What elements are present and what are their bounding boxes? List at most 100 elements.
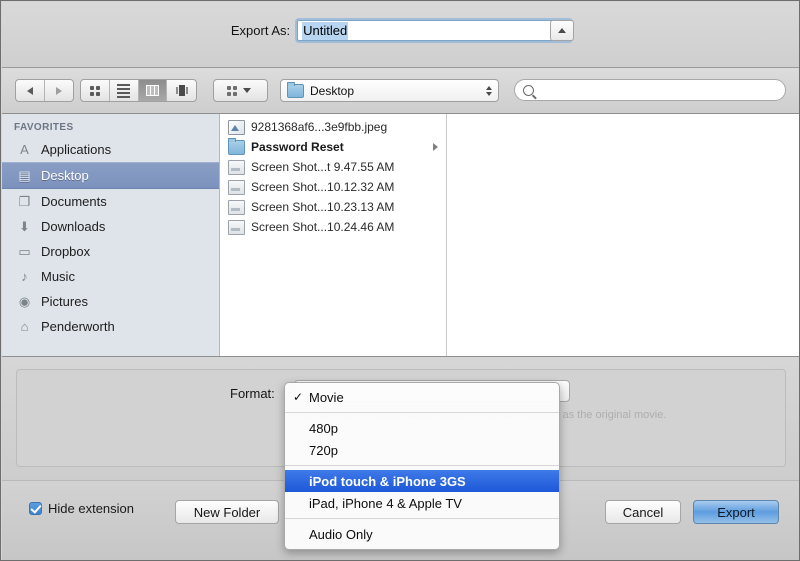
coverflow-view-icon [174, 85, 189, 96]
menu-item-label: iPad, iPhone 4 & Apple TV [307, 496, 462, 511]
file-name: Screen Shot...10.24.46 AM [251, 220, 394, 234]
menu-item-720p[interactable]: 720p [285, 439, 559, 461]
image-file-icon [228, 120, 245, 135]
menu-separator [285, 465, 559, 466]
sidebar-item-label: Pictures [41, 294, 88, 309]
screenshot-file-icon [228, 200, 245, 215]
screenshot-file-icon [228, 160, 245, 175]
menu-separator [285, 412, 559, 413]
cancel-button[interactable]: Cancel [605, 500, 681, 524]
sidebar-item-dropbox[interactable]: ▭ Dropbox [2, 239, 219, 264]
forward-arrow-icon [56, 87, 62, 95]
desktop-icon: ▤ [16, 168, 33, 183]
checkmark-icon [29, 502, 42, 515]
disclosure-triangle-icon [558, 28, 566, 33]
export-button[interactable]: Export [693, 500, 779, 524]
sidebar-item-label: Downloads [41, 219, 105, 234]
screenshot-root: Export As: Untitled [0, 0, 800, 561]
view-mode-list-button[interactable] [110, 80, 139, 101]
back-arrow-icon [27, 87, 33, 95]
list-view-icon [117, 84, 130, 98]
format-label: Format: [230, 386, 275, 401]
file-row[interactable]: Password Reset [220, 137, 446, 157]
folder-icon [287, 84, 304, 98]
export-as-value: Untitled [302, 22, 348, 40]
sidebar-item-label: Applications [41, 142, 111, 157]
action-menu-button[interactable] [213, 79, 268, 102]
applications-icon: A [16, 142, 33, 157]
preview-column [447, 114, 800, 356]
export-as-bar: Export As: Untitled [2, 2, 800, 68]
screenshot-file-icon [228, 180, 245, 195]
check-icon: ✓ [293, 390, 307, 404]
sidebar-item-label: Desktop [41, 168, 89, 183]
file-list-column[interactable]: 9281368af6...3e9fbb.jpeg Password Reset … [220, 114, 447, 356]
screenshot-file-icon [228, 220, 245, 235]
back-button[interactable] [16, 80, 45, 101]
export-as-label: Export As: [231, 23, 290, 38]
hide-extension-label: Hide extension [48, 501, 134, 516]
view-mode-column-button[interactable] [139, 80, 168, 101]
menu-item-label: 720p [307, 443, 338, 458]
camera-icon: ◉ [16, 294, 33, 309]
downloads-icon: ⬇ [16, 219, 33, 234]
sidebar-item-applications[interactable]: A Applications [2, 137, 219, 162]
search-input[interactable] [514, 79, 786, 101]
menu-item-label: iPod touch & iPhone 3GS [307, 474, 466, 489]
sidebar-item-label: Penderworth [41, 319, 115, 334]
location-label: Desktop [310, 84, 482, 98]
sidebar-item-downloads[interactable]: ⬇ Downloads [2, 214, 219, 239]
sidebar-item-desktop[interactable]: ▤ Desktop [2, 162, 219, 189]
file-name: Password Reset [251, 140, 344, 154]
column-view-icon [146, 85, 159, 96]
chevron-down-icon [243, 88, 251, 93]
menu-separator [285, 518, 559, 519]
sidebar-item-documents[interactable]: ❐ Documents [2, 189, 219, 214]
file-row[interactable]: Screen Shot...10.12.32 AM [220, 177, 446, 197]
menu-item-audio-only[interactable]: Audio Only [285, 523, 559, 545]
expand-browser-button[interactable] [550, 20, 574, 41]
file-browser: FAVORITES A Applications ▤ Desktop ❐ Doc… [2, 114, 800, 357]
file-row[interactable]: Screen Shot...10.24.46 AM [220, 217, 446, 237]
file-name: Screen Shot...10.12.32 AM [251, 180, 394, 194]
navigation-button-group [15, 79, 74, 102]
sidebar-item-music[interactable]: ♪ Music [2, 264, 219, 289]
chevron-right-icon [433, 143, 438, 151]
sidebar-item-penderworth[interactable]: ⌂ Penderworth [2, 314, 219, 339]
sidebar-item-label: Dropbox [41, 244, 90, 259]
view-mode-button-group [80, 79, 197, 102]
sidebar: FAVORITES A Applications ▤ Desktop ❐ Doc… [2, 114, 220, 356]
format-dropdown-menu: ✓ Movie 480p 720p iPod touch & iPhone 3G… [284, 382, 560, 550]
menu-item-movie[interactable]: ✓ Movie [285, 386, 559, 408]
sidebar-item-label: Documents [41, 194, 107, 209]
file-name: Screen Shot...10.23.13 AM [251, 200, 394, 214]
menu-item-ipad-iphone4-appletv[interactable]: iPad, iPhone 4 & Apple TV [285, 492, 559, 514]
documents-icon: ❐ [16, 194, 33, 209]
view-mode-icon-button[interactable] [81, 80, 110, 101]
sidebar-item-pictures[interactable]: ◉ Pictures [2, 289, 219, 314]
export-as-row: Export As: Untitled [2, 20, 800, 41]
file-row[interactable]: 9281368af6...3e9fbb.jpeg [220, 117, 446, 137]
up-down-stepper-icon [486, 86, 492, 96]
file-name: Screen Shot...t 9.47.55 AM [251, 160, 394, 174]
sidebar-section-favorites: FAVORITES [2, 120, 219, 137]
new-folder-button[interactable]: New Folder [175, 500, 279, 524]
file-row[interactable]: Screen Shot...t 9.47.55 AM [220, 157, 446, 177]
icon-view-icon [90, 86, 100, 96]
search-icon [523, 85, 534, 96]
file-name: 9281368af6...3e9fbb.jpeg [251, 120, 387, 134]
hide-extension-checkbox[interactable]: Hide extension [29, 501, 134, 516]
menu-item-label: Audio Only [307, 527, 373, 542]
file-browser-toolbar: Desktop [2, 68, 800, 114]
location-popup-button[interactable]: Desktop [280, 79, 499, 102]
file-row[interactable]: Screen Shot...10.23.13 AM [220, 197, 446, 217]
menu-item-480p[interactable]: 480p [285, 417, 559, 439]
view-mode-coverflow-button[interactable] [167, 80, 196, 101]
forward-button[interactable] [45, 80, 73, 101]
export-as-input[interactable]: Untitled [297, 20, 571, 41]
menu-item-ipod-touch-iphone-3gs[interactable]: iPod touch & iPhone 3GS [285, 470, 559, 492]
folder-icon: ▭ [16, 244, 33, 259]
folder-icon [228, 140, 245, 155]
menu-item-label: Movie [307, 390, 344, 405]
action-grid-icon [227, 86, 237, 96]
